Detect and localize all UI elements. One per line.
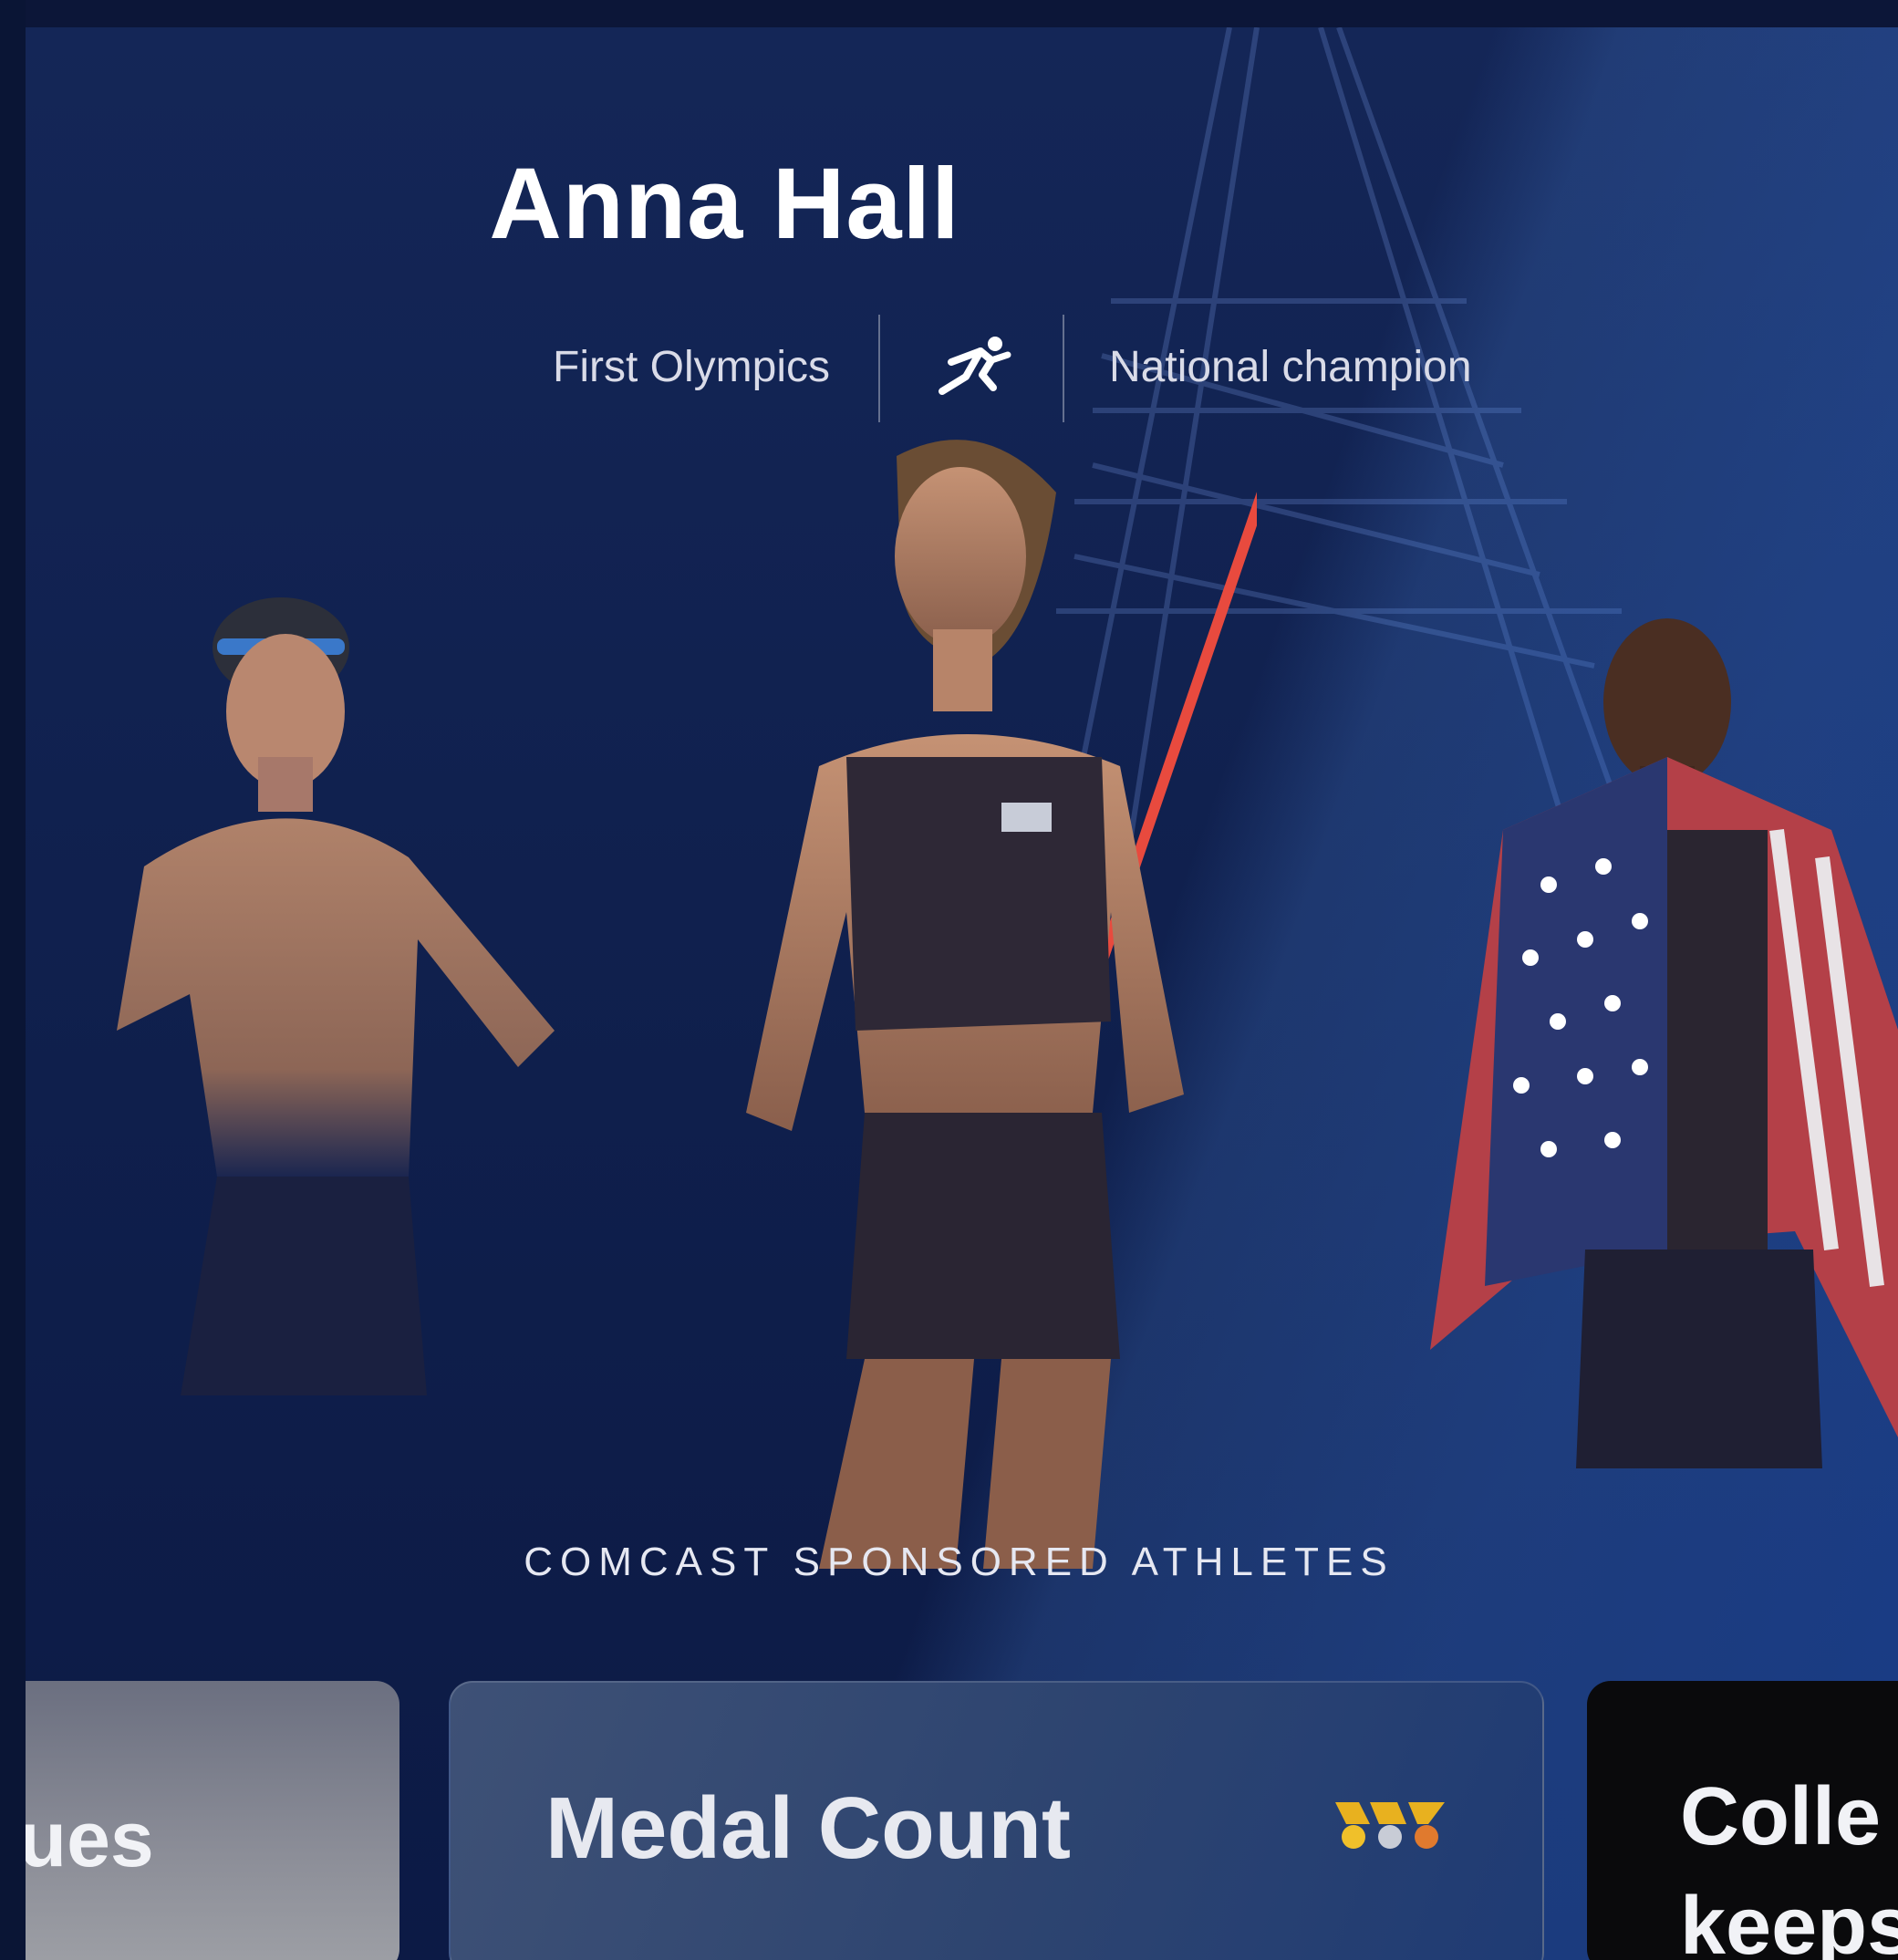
card-medal-count-title: Medal Count <box>545 1779 1071 1877</box>
stats-divider <box>1063 315 1064 422</box>
stats-divider <box>878 315 880 422</box>
athlete-stats-bar: First Olympics National champion <box>26 315 1898 424</box>
card-medal-count[interactable]: Medal Count <box>449 1681 1544 1960</box>
athlete-swimmer[interactable] <box>80 593 591 1450</box>
runner-icon <box>939 337 1011 395</box>
top-edge <box>0 0 1898 27</box>
medals-icon <box>1335 1802 1445 1849</box>
card-collect[interactable]: Colle keeps <box>1587 1681 1898 1960</box>
section-label: COMCAST SPONSORED ATHLETES <box>524 1540 1395 1584</box>
card-collect-subtitle: keeps <box>1680 1881 1898 1960</box>
hero-panel: Anna Hall First Olympics National champi… <box>26 27 1898 1960</box>
national-champion-label: National champion <box>1109 343 1472 391</box>
card-venues-title: nues <box>26 1796 154 1883</box>
left-edge <box>0 0 26 1960</box>
athlete-flag[interactable] <box>1394 593 1898 1468</box>
card-venues[interactable]: nues <box>26 1681 399 1960</box>
first-olympics-label: First Olympics <box>553 343 830 391</box>
card-collect-title: Colle <box>1680 1771 1882 1862</box>
athlete-name: Anna Hall <box>489 148 960 260</box>
athlete-anna-hall[interactable] <box>710 438 1257 1569</box>
